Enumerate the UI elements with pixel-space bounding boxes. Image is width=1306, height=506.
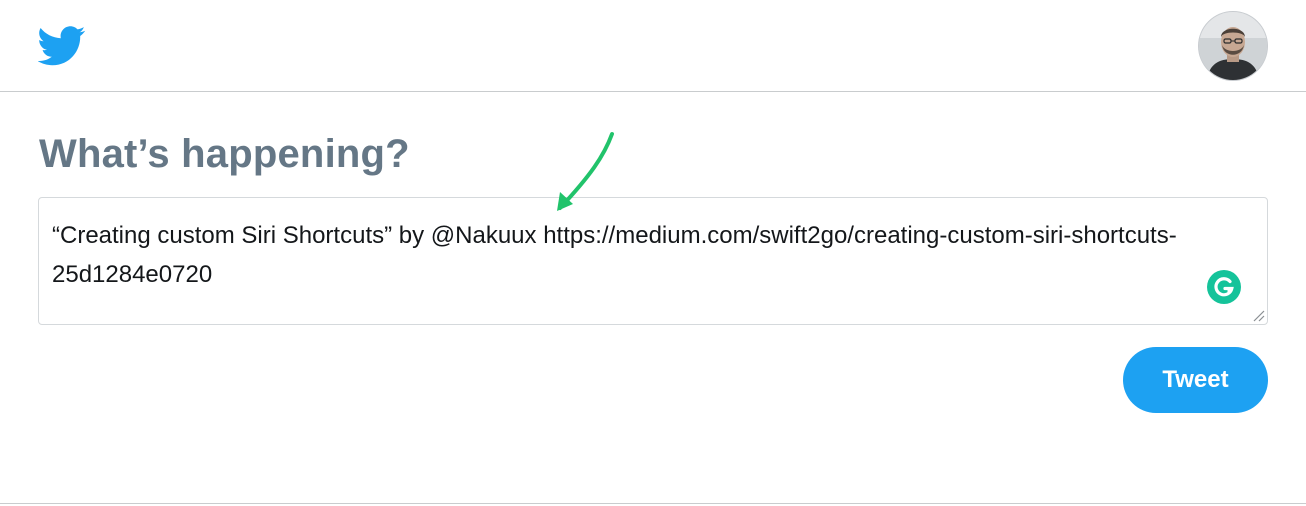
user-avatar[interactable] bbox=[1199, 12, 1267, 80]
bottom-divider bbox=[0, 503, 1306, 504]
resize-handle-icon[interactable] bbox=[1249, 306, 1265, 322]
tweet-text-input[interactable]: “Creating custom Siri Shortcuts” by @Nak… bbox=[52, 216, 1252, 294]
twitter-bird-icon[interactable] bbox=[37, 26, 86, 66]
grammarly-icon[interactable] bbox=[1207, 270, 1241, 304]
compose-heading: What’s happening? bbox=[39, 132, 410, 176]
tweet-compose-box[interactable]: “Creating custom Siri Shortcuts” by @Nak… bbox=[38, 197, 1268, 325]
top-bar bbox=[0, 0, 1306, 92]
tweet-button[interactable]: Tweet bbox=[1123, 347, 1268, 413]
annotation-arrow-icon bbox=[540, 126, 630, 222]
